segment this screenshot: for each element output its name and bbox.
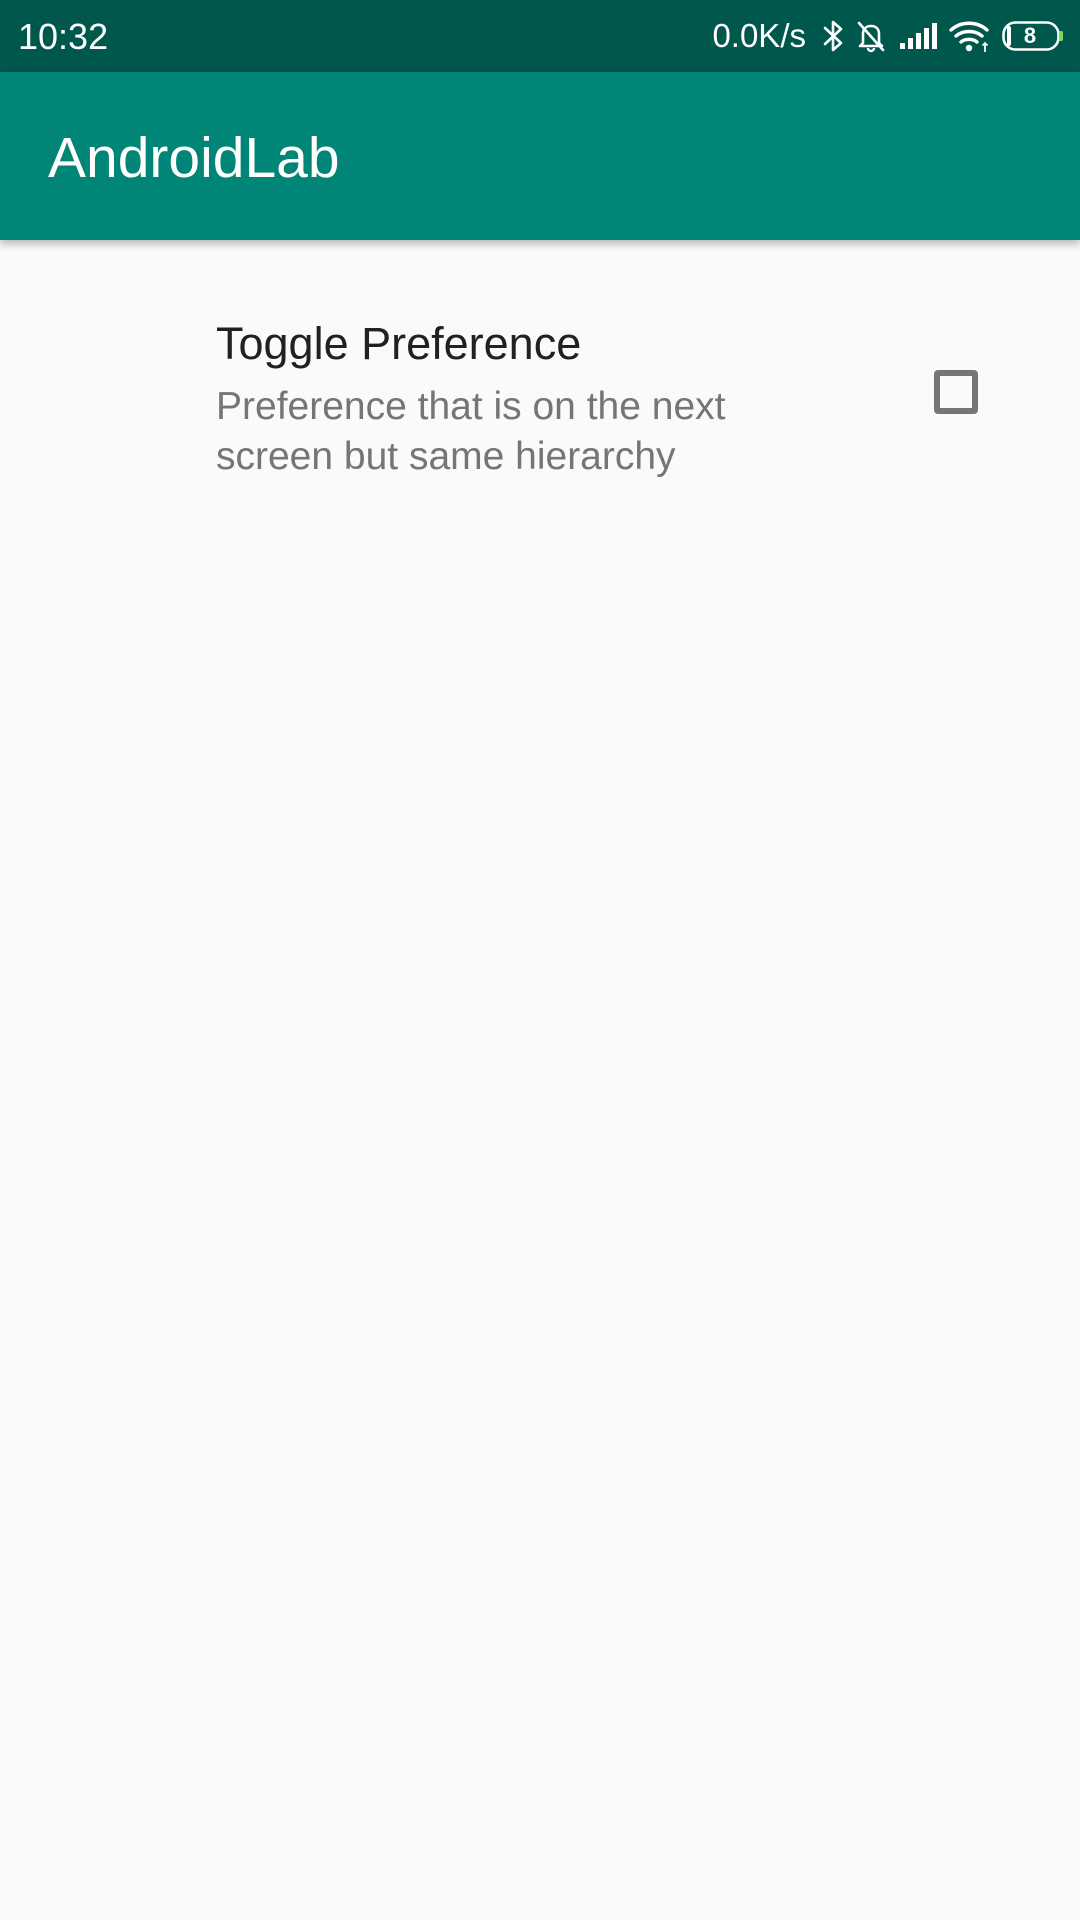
- app-title: AndroidLab: [48, 126, 340, 190]
- preference-title: Toggle Preference: [216, 318, 582, 369]
- battery-icon: 8: [1002, 21, 1066, 51]
- preference-checkbox[interactable]: [934, 370, 978, 414]
- status-icons: 0.0K/s 8: [712, 0, 1066, 72]
- bluetooth-icon: [822, 19, 844, 53]
- toggle-preference-row[interactable]: Toggle Preference Preference that is on …: [0, 288, 1080, 514]
- notifications-off-icon: [854, 19, 888, 53]
- app-bar: AndroidLab: [0, 72, 1080, 240]
- wifi-icon: [948, 19, 990, 53]
- status-bar: 10:32 0.0K/s 8: [0, 0, 1080, 72]
- battery-level-text: 8: [1023, 23, 1037, 48]
- network-speed: 0.0K/s: [712, 17, 806, 54]
- preference-summary: Preference that is on the next screen bu…: [216, 385, 726, 478]
- signal-icon: [898, 21, 938, 51]
- status-time: 10:32: [18, 16, 109, 57]
